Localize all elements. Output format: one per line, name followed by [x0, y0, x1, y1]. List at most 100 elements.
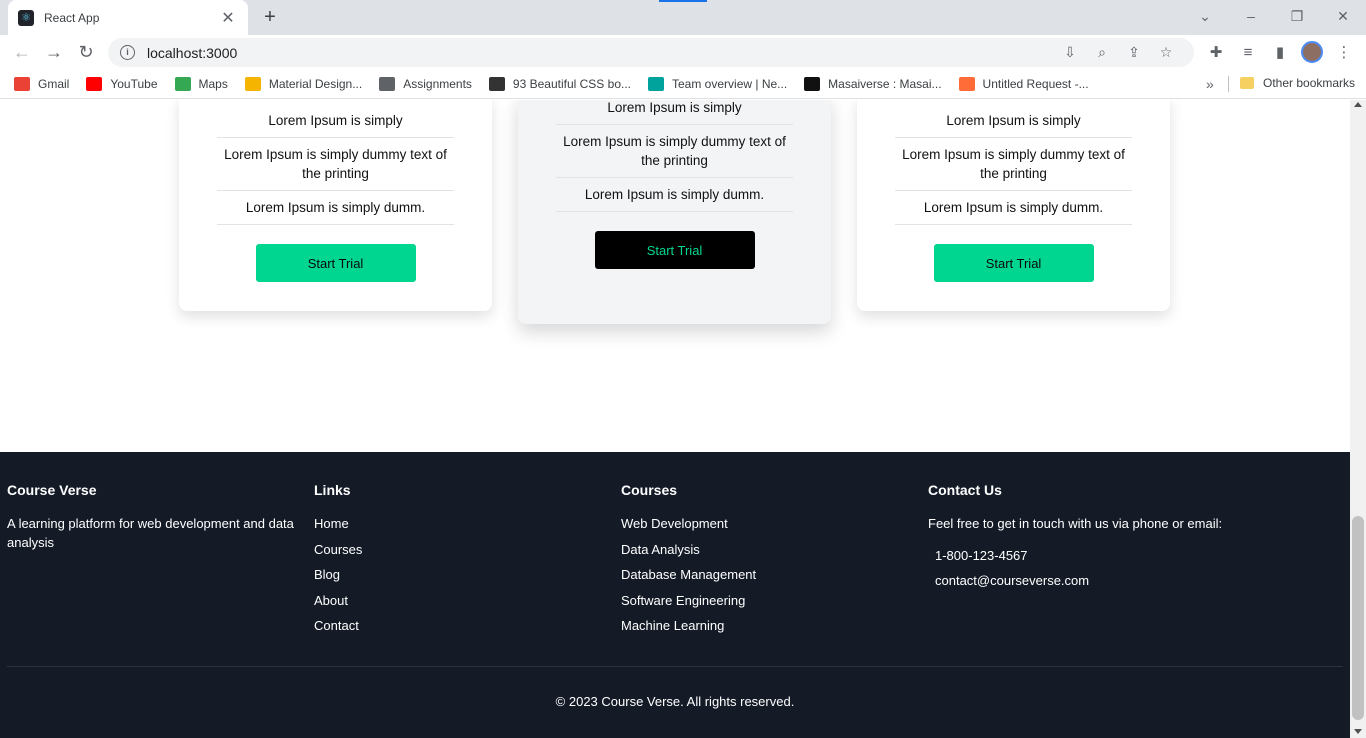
other-bookmarks-label: Other bookmarks	[1263, 76, 1356, 90]
pricing-card-basic: Lorem Ipsum is simply Lorem Ipsum is sim…	[179, 100, 492, 311]
footer-link-home[interactable]: Home	[314, 514, 604, 533]
bookmark-item[interactable]: Masaiverse : Masai...	[804, 76, 942, 91]
bookmark-label: Masaiverse : Masai...	[828, 76, 942, 91]
pricing-card-featured: Lorem Ipsum is simply Lorem Ipsum is sim…	[518, 100, 831, 324]
postman-icon	[958, 76, 975, 91]
address-bar[interactable]: i localhost:3000 ⇩ ⌕ ⇪ ☆	[108, 38, 1194, 67]
bookmark-item[interactable]: Untitled Request -...	[958, 76, 1089, 91]
url-text[interactable]: localhost:3000	[147, 45, 1054, 61]
media-controls-icon[interactable]: ≡	[1232, 44, 1264, 61]
toolbar-actions: ✚ ≡ ▮ ⋮	[1200, 38, 1360, 66]
footer-links-title: Links	[314, 482, 351, 498]
restore-button[interactable]: ❐	[1274, 4, 1320, 28]
youtube-icon	[86, 76, 103, 91]
start-trial-button[interactable]: Start Trial	[255, 244, 416, 282]
bookmark-label: Maps	[198, 76, 228, 91]
footer-contact-intro: Feel free to get in touch with us via ph…	[928, 516, 1223, 531]
bookmarks-bar: Gmail YouTube Maps Material Design... Assign…	[0, 69, 1366, 99]
bookmark-label: Assignments	[403, 76, 472, 91]
reload-button[interactable]: ↻	[70, 38, 102, 66]
bookmarks-separator	[1228, 76, 1229, 92]
browser-toolbar: ← → ↻ i localhost:3000 ⇩ ⌕ ⇪ ☆ ✚ ≡ ▮ ⋮	[0, 35, 1366, 69]
feature-item: Lorem Ipsum is simply dummy text of the …	[895, 138, 1132, 191]
share-icon[interactable]: ⇪	[1118, 44, 1150, 61]
start-trial-button[interactable]: Start Trial	[933, 244, 1094, 282]
bookmark-item[interactable]: Gmail	[14, 76, 70, 91]
footer-link-courses[interactable]: Courses	[314, 540, 604, 559]
new-tab-button[interactable]: +	[258, 5, 282, 29]
footer-courses-title: Courses	[621, 482, 678, 498]
footer-link-contact[interactable]: Contact	[314, 616, 604, 635]
footer-course-software-engineering[interactable]: Software Engineering	[621, 591, 911, 610]
feature-item: Lorem Ipsum is simply dumm.	[556, 178, 793, 212]
footer-link-about[interactable]: About	[314, 591, 604, 610]
footer-brand-title: Course Verse	[7, 482, 97, 498]
bookmark-item[interactable]: Maps	[174, 76, 228, 91]
feature-item: Lorem Ipsum is simply	[895, 104, 1132, 138]
footer-links-column: Links Home Courses Blog About Contact	[314, 482, 604, 642]
install-app-icon[interactable]: ⇩	[1054, 44, 1086, 61]
bookmark-label: YouTube	[110, 76, 158, 91]
footer-brand-description: A learning platform for web development …	[7, 516, 294, 550]
bookmark-item[interactable]: Assignments	[379, 76, 472, 91]
bookmark-label: Gmail	[38, 76, 70, 91]
footer-course-machine-learning[interactable]: Machine Learning	[621, 616, 911, 635]
assignments-icon	[379, 76, 396, 91]
more-bookmarks-chevron-icon[interactable]: »	[1206, 76, 1214, 92]
scroll-down-arrow-icon[interactable]	[1354, 729, 1362, 734]
footer-link-blog[interactable]: Blog	[314, 565, 604, 584]
scroll-up-arrow-icon[interactable]	[1354, 102, 1362, 107]
footer-course-database-management[interactable]: Database Management	[621, 565, 911, 584]
feature-item: Lorem Ipsum is simply	[556, 100, 793, 125]
tab-strip-accent	[659, 0, 707, 2]
back-button[interactable]: ←	[6, 38, 38, 66]
feature-item: Lorem Ipsum is simply dummy text of the …	[556, 125, 793, 178]
footer-contact-column: Contact Us Feel free to get in touch wit…	[928, 482, 1328, 596]
react-favicon-icon: ⚛	[18, 9, 34, 26]
bookmark-label: 93 Beautiful CSS bo...	[512, 76, 631, 91]
page-scrollbar[interactable]	[1350, 100, 1366, 738]
bookmark-item[interactable]: Team overview | Ne...	[648, 76, 788, 91]
feature-item: Lorem Ipsum is simply	[217, 104, 454, 138]
page-content: Lorem Ipsum is simply Lorem Ipsum is sim…	[0, 100, 1350, 738]
browser-tab-strip: ⚛ React App ✕ + ⌄ – ❐ ✕	[0, 0, 1366, 35]
bookmark-item[interactable]: YouTube	[86, 76, 158, 91]
contact-phone[interactable]: 1-800-123-4567	[935, 546, 1328, 565]
footer-course-data-analysis[interactable]: Data Analysis	[621, 540, 911, 559]
tab-title: React App	[44, 10, 100, 25]
pricing-card-pro: Lorem Ipsum is simply Lorem Ipsum is sim…	[857, 100, 1170, 311]
footer-copyright: © 2023 Course Verse. All rights reserved…	[555, 694, 795, 709]
start-trial-button[interactable]: Start Trial	[594, 231, 755, 269]
feature-item: Lorem Ipsum is simply dumm.	[895, 191, 1132, 225]
extensions-icon[interactable]: ✚	[1200, 43, 1232, 61]
bookmark-label: Untitled Request -...	[982, 76, 1089, 91]
bookmark-item[interactable]: 93 Beautiful CSS bo...	[488, 76, 631, 91]
footer-course-web-development[interactable]: Web Development	[621, 514, 911, 533]
zoom-icon[interactable]: ⌕	[1086, 44, 1118, 61]
minimize-button[interactable]: –	[1228, 4, 1274, 28]
close-tab-icon[interactable]: ✕	[218, 8, 238, 28]
footer-courses-column: Courses Web Development Data Analysis Da…	[621, 482, 911, 642]
masaiverse-icon	[804, 76, 821, 91]
feature-item: Lorem Ipsum is simply dummy text of the …	[217, 138, 454, 191]
bookmark-item[interactable]: Material Design...	[244, 76, 363, 91]
close-window-button[interactable]: ✕	[1320, 4, 1366, 28]
site-footer: Course Verse A learning platform for web…	[0, 452, 1350, 738]
bookmark-label: Team overview | Ne...	[672, 76, 788, 91]
browser-tab[interactable]: ⚛ React App ✕	[8, 0, 248, 35]
other-bookmarks[interactable]: Other bookmarks	[1240, 76, 1355, 90]
css-icon	[488, 76, 505, 91]
bookmark-label: Material Design...	[268, 76, 363, 91]
feature-list: Lorem Ipsum is simply Lorem Ipsum is sim…	[217, 104, 454, 225]
menu-kebab-icon[interactable]: ⋮	[1328, 43, 1360, 61]
feature-list: Lorem Ipsum is simply Lorem Ipsum is sim…	[556, 100, 793, 212]
side-panel-icon[interactable]: ▮	[1264, 43, 1296, 61]
scroll-thumb[interactable]	[1352, 516, 1364, 720]
feature-list: Lorem Ipsum is simply Lorem Ipsum is sim…	[895, 104, 1132, 225]
contact-email[interactable]: contact@courseverse.com	[935, 571, 1328, 590]
forward-button[interactable]: →	[38, 38, 70, 66]
tab-search-chevron-icon[interactable]: ⌄	[1182, 4, 1228, 28]
site-info-icon[interactable]: i	[120, 45, 135, 60]
profile-avatar[interactable]	[1301, 41, 1323, 63]
bookmark-star-icon[interactable]: ☆	[1150, 44, 1182, 61]
